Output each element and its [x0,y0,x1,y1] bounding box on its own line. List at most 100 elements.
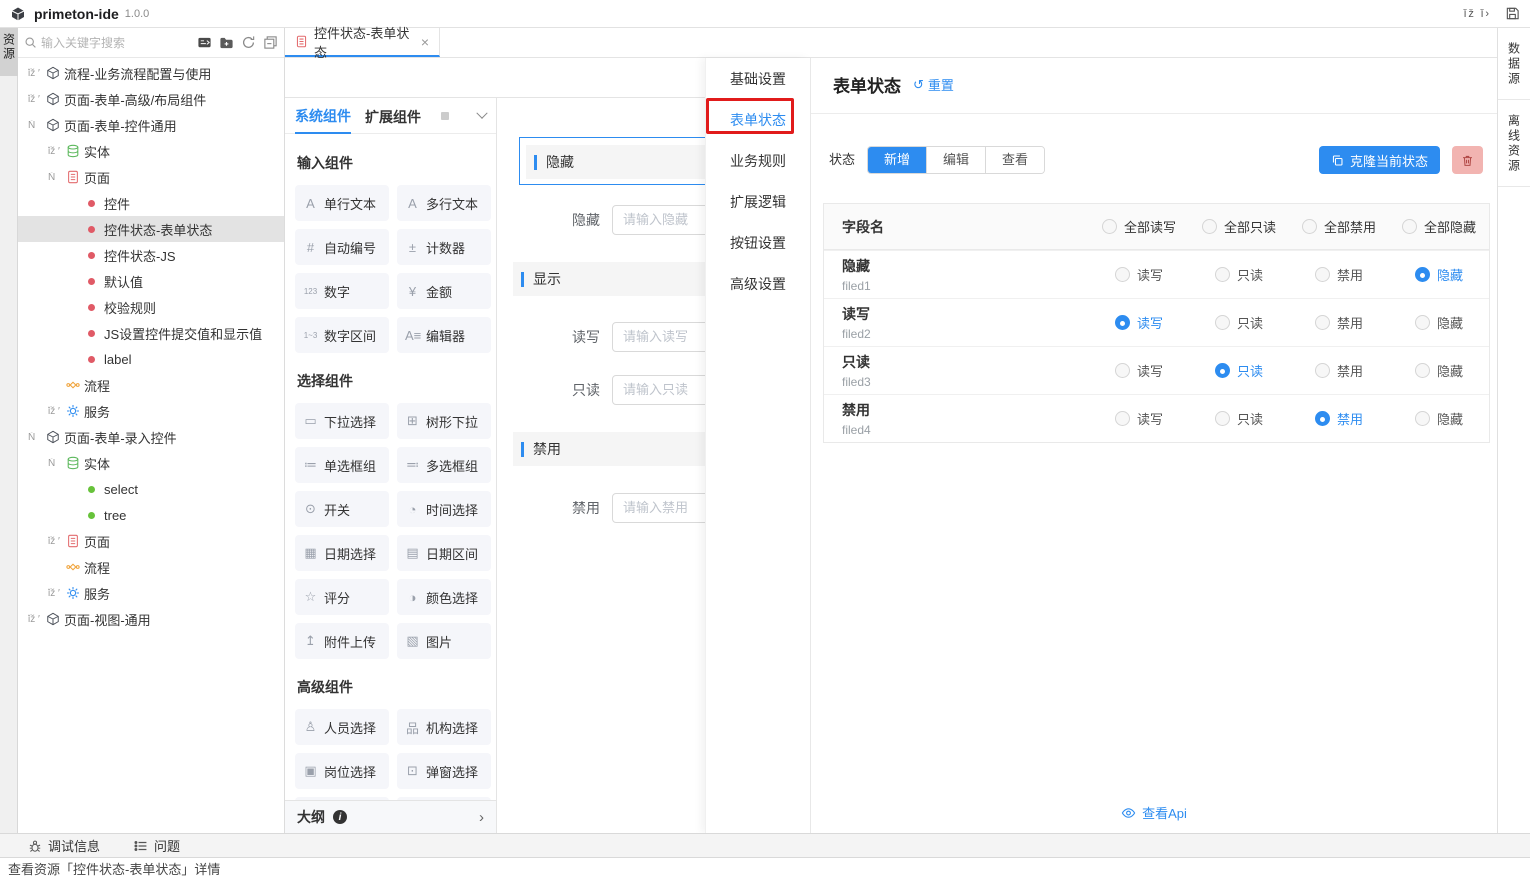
palette-tab-系统组件[interactable]: 系统组件 [295,98,351,134]
component-chip-评分[interactable]: ☆评分 [295,579,389,615]
expander-expanded-icon[interactable]: Ñ̀ [28,432,46,443]
settings-nav-item-高级设置[interactable]: 高级设置 [706,263,810,304]
component-chip-机构选择[interactable]: 品机构选择 [397,709,491,745]
palette-tab-扩展组件[interactable]: 扩展组件 [365,99,421,133]
component-chip-时间选择[interactable]: ◔时间选择 [397,491,491,527]
clone-state-button[interactable]: 克隆当前状态 [1319,146,1440,174]
component-chip-附件上传[interactable]: ↥附件上传 [295,623,389,659]
component-chip-人员选择[interactable]: ♙人员选择 [295,709,389,745]
component-chip-多选框组[interactable]: ≕多选框组 [397,447,491,483]
tree-item-服务[interactable]: ǐž ′服务 [18,580,284,606]
problems-button[interactable]: 问题 [134,836,180,855]
field-input[interactable]: 请输入只读 [612,375,705,405]
settings-nav-item-业务规则[interactable]: 业务规则 [706,140,810,181]
settings-nav-item-按钮设置[interactable]: 按钮设置 [706,222,810,263]
component-chip-日期区间[interactable]: ▤日期区间 [397,535,491,571]
radio-option-filed1-禁用[interactable]: 禁用 [1289,265,1389,284]
tree-item-select[interactable]: select [18,476,284,502]
radio-option-filed4-读写[interactable]: 读写 [1089,409,1189,428]
component-chip-金额[interactable]: ¥金额 [397,273,491,309]
expander-expanded-icon[interactable]: Ñ̀ [28,120,46,131]
tree-item-页面-表单-录入控件[interactable]: Ñ̀页面-表单-录入控件 [18,424,284,450]
state-option-编辑[interactable]: 编辑 [926,147,985,173]
outline-footer[interactable]: 大纲 i › [285,800,496,833]
search-input[interactable] [41,36,197,50]
radio-option-filed4-只读[interactable]: 只读 [1189,409,1289,428]
component-chip-计数器[interactable]: ±计数器 [397,229,491,265]
component-chip-颜色选择[interactable]: ◑颜色选择 [397,579,491,615]
radio-option-filed3-隐藏[interactable]: 隐藏 [1389,361,1489,380]
debug-info-button[interactable]: 调试信息 [28,836,100,855]
chevron-right-icon[interactable]: › [479,809,484,826]
component-chip-日期选择[interactable]: ▦日期选择 [295,535,389,571]
field-input[interactable]: 请输入读写 [612,322,705,352]
component-chip-数字[interactable]: 123数字 [295,273,389,309]
component-chip-数字区间[interactable]: 1~3数字区间 [295,317,389,353]
settings-nav-item-基础设置[interactable]: 基础设置 [706,58,810,99]
radio-option-全部只读[interactable]: 全部只读 [1189,217,1289,236]
radio-option-filed2-隐藏[interactable]: 隐藏 [1389,313,1489,332]
settings-nav-item-表单状态[interactable]: 表单状态 [706,99,810,140]
state-option-新增[interactable]: 新增 [868,147,926,173]
rail-tab-resources[interactable]: 资源 [0,28,18,76]
radio-option-全部隐藏[interactable]: 全部隐藏 [1389,217,1489,236]
tree-item-流程-业务流程配置与使用[interactable]: ǐž ′流程-业务流程配置与使用 [18,60,284,86]
tree-item-页面[interactable]: ǐž ′页面 [18,528,284,554]
rail-tab-datasource[interactable]: 数据源 [1498,28,1530,100]
tree-item-页面-表单-高级/布局组件[interactable]: ǐž ′页面-表单-高级/布局组件 [18,86,284,112]
radio-option-filed4-禁用[interactable]: 禁用 [1289,409,1389,428]
tree-item-流程[interactable]: 流程 [18,372,284,398]
radio-option-filed1-隐藏[interactable]: 隐藏 [1389,265,1489,284]
tree-item-控件[interactable]: 控件 [18,190,284,216]
field-input[interactable]: 请输入禁用 [612,493,705,523]
tree-item-校验规则[interactable]: 校验规则 [18,294,284,320]
tab-close-icon[interactable]: × [421,34,429,50]
tree-item-实体[interactable]: Ñ̀实体 [18,450,284,476]
tree-item-流程[interactable]: 流程 [18,554,284,580]
radio-option-filed3-只读[interactable]: 只读 [1189,361,1289,380]
radio-option-filed3-禁用[interactable]: 禁用 [1289,361,1389,380]
expander-collapsed-icon[interactable]: ǐž ′ [48,536,66,547]
radio-option-filed1-读写[interactable]: 读写 [1089,265,1189,284]
chevron-down-icon[interactable] [476,107,487,118]
radio-option-filed2-禁用[interactable]: 禁用 [1289,313,1389,332]
tree-item-实体[interactable]: ǐž ′实体 [18,138,284,164]
expander-collapsed-icon[interactable]: ǐž ′ [28,94,46,105]
collapse-all-icon[interactable] [263,35,278,50]
field-input[interactable]: 请输入隐藏 [612,205,705,235]
tree-item-页面[interactable]: Ñ̀页面 [18,164,284,190]
tree-item-服务[interactable]: ǐž ′服务 [18,398,284,424]
save-icon[interactable] [1505,6,1520,21]
tree-item-控件状态-表单状态[interactable]: 控件状态-表单状态 [18,216,284,242]
new-folder-icon[interactable] [219,35,234,50]
expander-collapsed-icon[interactable]: ǐž ′ [48,146,66,157]
component-chip-单选框组[interactable]: ≔单选框组 [295,447,389,483]
editor-tab-active[interactable]: 控件状态-表单状态 × [285,28,440,57]
tree-item-默认值[interactable]: 默认值 [18,268,284,294]
expander-expanded-icon[interactable]: Ñ̀ [48,172,66,183]
tree-item-label[interactable]: label [18,346,284,372]
tree-item-tree[interactable]: tree [18,502,284,528]
radio-option-filed2-只读[interactable]: 只读 [1189,313,1289,332]
refresh-icon[interactable] [241,35,256,50]
tree-item-页面-表单-控件通用[interactable]: Ñ̀页面-表单-控件通用 [18,112,284,138]
expander-collapsed-icon[interactable]: ǐž ′ [28,614,46,625]
view-api-link[interactable]: 查看Api [811,803,1497,822]
tree-item-JS设置控件提交值和显示值[interactable]: JS设置控件提交值和显示值 [18,320,284,346]
radio-option-filed2-读写[interactable]: 读写 [1089,313,1189,332]
component-chip-下拉选择[interactable]: ▭下拉选择 [295,403,389,439]
component-chip-岗位选择[interactable]: ▣岗位选择 [295,753,389,789]
component-chip-图片[interactable]: ▧图片 [397,623,491,659]
locate-icon[interactable] [197,35,212,50]
expander-collapsed-icon[interactable]: ǐž ′ [48,406,66,417]
component-chip-开关[interactable]: ⊙开关 [295,491,389,527]
expander-collapsed-icon[interactable]: ǐž ′ [28,68,46,79]
canvas-section-header[interactable]: 隐藏 [526,145,705,179]
delete-state-button[interactable] [1452,146,1483,174]
radio-option-全部读写[interactable]: 全部读写 [1089,217,1189,236]
component-chip-弹窗选择[interactable]: ⊡弹窗选择 [397,753,491,789]
selected-section-box[interactable]: 隐藏 [519,137,705,185]
expander-expanded-icon[interactable]: Ñ̀ [48,458,66,469]
tree-item-控件状态-JS[interactable]: 控件状态-JS [18,242,284,268]
topbar-glyph-icons[interactable]: ǐž ǐ› [1464,8,1491,20]
